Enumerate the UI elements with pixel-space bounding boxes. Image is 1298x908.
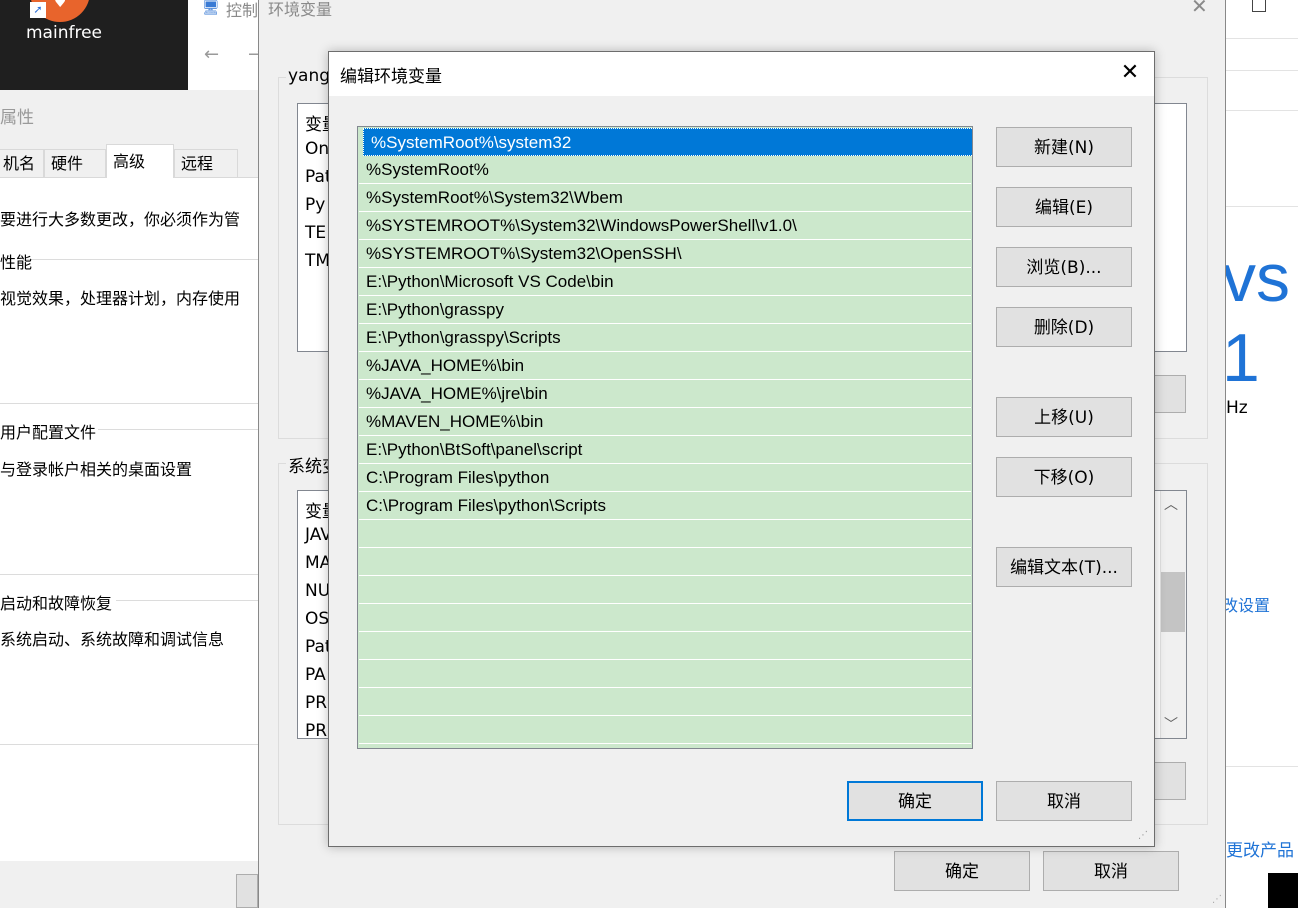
list-item[interactable]: %SystemRoot%\System32\Wbem (359, 184, 971, 212)
user-profiles-desc: 与登录帐户相关的桌面设置 (0, 460, 193, 479)
dark-region (1268, 873, 1298, 908)
list-item[interactable]: %JAVA_HOME%\bin (359, 352, 971, 380)
edit-text-button[interactable]: 编辑文本(T)... (996, 547, 1132, 587)
scrollbar-thumb[interactable] (1161, 572, 1185, 632)
list-item[interactable]: PR (305, 693, 327, 713)
divider (0, 403, 258, 404)
divider (116, 600, 258, 601)
system-properties-title: 属性 (0, 108, 34, 128)
divider (1226, 110, 1298, 111)
close-icon[interactable]: ✕ (1191, 0, 1208, 18)
performance-heading: 性能 (0, 253, 33, 272)
tab-hardware[interactable]: 硬件 (44, 149, 106, 177)
empty-list-row[interactable] (359, 520, 971, 548)
list-item[interactable]: E:\Python\grasspy (359, 296, 971, 324)
env-cancel-button[interactable]: 取消 (1043, 851, 1179, 891)
tab-remote[interactable]: 远程 (174, 149, 238, 177)
divider (26, 259, 258, 260)
list-item[interactable]: TM (305, 251, 330, 271)
tab-advanced[interactable]: 高级 (106, 144, 174, 178)
list-item[interactable]: %JAVA_HOME%\jre\bin (359, 380, 971, 408)
empty-list-row[interactable] (359, 548, 971, 576)
divider (0, 744, 258, 745)
env-ok-button[interactable]: 确定 (894, 851, 1030, 891)
browse-button[interactable]: 浏览(B)... (996, 247, 1132, 287)
edit-button[interactable]: 编辑(E) (996, 187, 1132, 227)
user-profiles-heading: 用户配置文件 (0, 423, 97, 442)
list-item[interactable]: PA (305, 665, 326, 685)
empty-list-row[interactable] (359, 576, 971, 604)
path-entries-list[interactable]: %SystemRoot%\system32 %SystemRoot% %Syst… (357, 126, 973, 749)
empty-list-row[interactable] (359, 688, 971, 716)
empty-list-row[interactable] (359, 660, 971, 688)
advanced-tab-panel (0, 177, 258, 861)
list-item[interactable]: C:\Program Files\python\Scripts (359, 492, 971, 520)
list-item[interactable]: %SystemRoot% (359, 156, 971, 184)
list-item[interactable]: On (305, 139, 329, 159)
tab-label: 机名 (3, 154, 36, 173)
dialog-title: 编辑环境变量 (340, 67, 442, 87)
explorer-title: 控制 (226, 1, 259, 20)
list-item[interactable]: NU (305, 581, 330, 601)
startup-recovery-desc: 系统启动、系统故障和调试信息 (0, 630, 225, 649)
divider (0, 574, 258, 575)
shield-icon: ♥ (54, 0, 67, 11)
tab-label: 硬件 (51, 154, 84, 173)
back-arrow-icon[interactable]: ← (204, 44, 219, 65)
move-down-button[interactable]: 下移(O) (996, 457, 1132, 497)
windows-logo-text: vs 1 (1222, 240, 1290, 396)
list-item[interactable]: %SystemRoot%\system32 (363, 128, 972, 156)
maximize-icon[interactable] (1252, 0, 1266, 12)
control-panel-icon: 🖥 (202, 0, 220, 16)
list-item[interactable]: %SYSTEMROOT%\System32\WindowsPowerShell\… (359, 212, 971, 240)
change-settings-link[interactable]: 改设置 (1222, 592, 1270, 616)
list-item[interactable]: E:\Python\Microsoft VS Code\bin (359, 268, 971, 296)
list-item[interactable]: PR (305, 721, 327, 741)
user-variables-button[interactable] (1150, 375, 1186, 413)
list-item[interactable]: E:\Python\BtSoft\panel\script (359, 436, 971, 464)
system-properties-button[interactable] (236, 874, 258, 908)
divider (1226, 206, 1298, 207)
delete-button[interactable]: 删除(D) (996, 307, 1132, 347)
chevron-down-icon[interactable]: ﹀ (1164, 714, 1178, 734)
cpu-frequency-unit: Hz (1226, 398, 1248, 418)
change-product-key-link[interactable]: 更改产品 (1226, 836, 1294, 861)
tab-label: 高级 (113, 152, 146, 171)
list-item[interactable]: E:\Python\grasspy\Scripts (359, 324, 971, 352)
close-icon[interactable]: ✕ (1118, 58, 1142, 88)
dialog-cancel-button[interactable]: 取消 (996, 781, 1132, 821)
resize-grip-icon[interactable]: ⋰ (1212, 894, 1222, 905)
list-item[interactable]: C:\Program Files\python (359, 464, 971, 492)
tab-computer-name[interactable]: 机名 (0, 149, 44, 177)
divider (1226, 766, 1298, 767)
admin-notice: 要进行大多数更改，你必须作为管 (0, 210, 241, 229)
resize-grip-icon[interactable]: ⋰ (1138, 830, 1148, 841)
dialog-titlebar[interactable] (329, 52, 1154, 96)
env-window-title: 环境变量 (268, 0, 333, 19)
divider (1226, 38, 1298, 39)
list-item[interactable]: %SYSTEMROOT%\System32\OpenSSH\ (359, 240, 971, 268)
user-variables-label: yang (286, 66, 333, 86)
empty-list-row[interactable] (359, 716, 971, 744)
divider (1226, 70, 1298, 71)
dialog-ok-button[interactable]: 确定 (847, 781, 983, 821)
startup-recovery-heading: 启动和故障恢复 (0, 594, 113, 613)
new-button[interactable]: 新建(N) (996, 127, 1132, 167)
list-item[interactable]: TE (305, 223, 326, 243)
chevron-up-icon[interactable]: ︿ (1164, 494, 1178, 514)
empty-list-row[interactable] (359, 604, 971, 632)
list-item[interactable]: %MAVEN_HOME%\bin (359, 408, 971, 436)
empty-list-row[interactable] (359, 632, 971, 660)
move-up-button[interactable]: 上移(U) (996, 397, 1132, 437)
divider (98, 429, 258, 430)
desktop-area (0, 0, 188, 90)
shortcut-arrow-icon: ➚ (30, 2, 46, 18)
performance-desc: 视觉效果，处理器计划，内存使用 (0, 289, 241, 308)
system-variables-button[interactable] (1150, 762, 1186, 800)
desktop-shortcut-label[interactable]: mainfree (26, 23, 102, 43)
list-item[interactable]: Py (305, 195, 325, 215)
tab-label: 远程 (181, 154, 214, 173)
list-item[interactable]: OS (305, 609, 329, 629)
about-panel (1226, 0, 1298, 908)
